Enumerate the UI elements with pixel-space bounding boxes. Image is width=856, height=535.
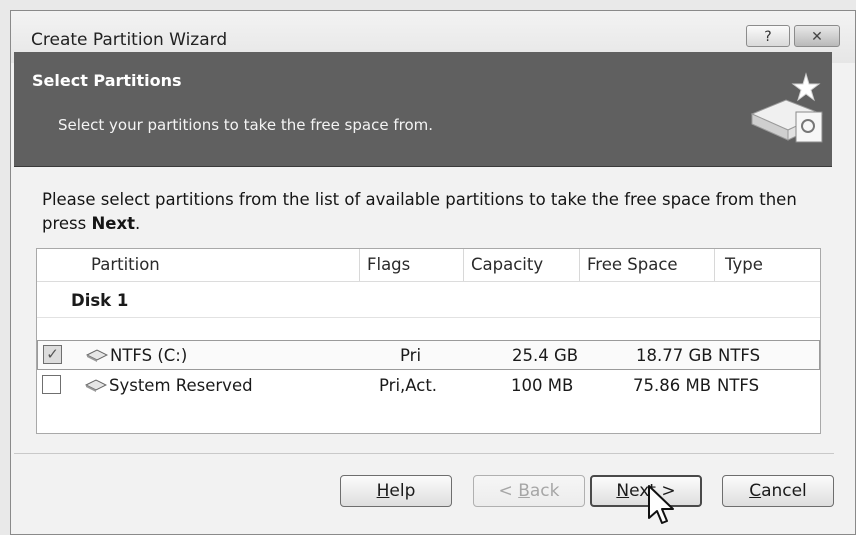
window-title: Create Partition Wizard	[31, 30, 228, 50]
step-title: Select Partitions	[32, 71, 182, 90]
back-prefix: <	[498, 481, 519, 501]
back-mnemonic: B	[518, 481, 530, 501]
instruction-next-emphasis: Next	[91, 214, 136, 233]
column-header-type[interactable]: Type	[725, 255, 763, 274]
wizard-header-banner: Select Partitions Select your partitions…	[14, 52, 832, 167]
partition-free-space: 75.86 MB	[633, 376, 712, 395]
column-header-free-space[interactable]: Free Space	[587, 255, 678, 274]
help-titlebar-button[interactable]: ?	[746, 25, 790, 47]
table-row[interactable]: System Reserved Pri,Act. 100 MB 75.86 MB…	[37, 371, 820, 401]
partition-flags: Pri,Act.	[379, 376, 438, 395]
help-label: elp	[389, 481, 416, 501]
help-mnemonic: H	[376, 481, 390, 501]
close-button[interactable]: ✕	[794, 25, 840, 47]
partition-type: NTFS	[718, 346, 761, 365]
cancel-label: ancel	[761, 481, 807, 501]
step-subtitle: Select your partitions to take the free …	[58, 116, 434, 134]
row-checkbox[interactable]: ✓	[43, 345, 62, 364]
column-header-partition[interactable]: Partition	[91, 255, 160, 274]
table-row[interactable]: ✓ NTFS (C:) Pri 25.4 GB 18.77 GB NTFS	[37, 340, 820, 370]
column-separator[interactable]	[714, 249, 715, 281]
partition-free-space: 18.77 GB	[636, 346, 713, 365]
instruction-text: Please select partitions from the list o…	[42, 188, 812, 236]
partition-name: System Reserved	[109, 376, 253, 395]
column-separator[interactable]	[463, 249, 464, 281]
help-button[interactable]: Help	[340, 475, 452, 507]
partition-capacity: 100 MB	[511, 376, 574, 395]
mouse-pointer-icon	[648, 485, 674, 524]
cancel-button[interactable]: Cancel	[722, 475, 834, 507]
row-checkbox[interactable]	[42, 375, 61, 394]
partition-type: NTFS	[717, 376, 760, 395]
next-mnemonic: N	[616, 481, 630, 501]
instruction-text-end: .	[135, 214, 141, 233]
partition-icon	[86, 349, 108, 362]
partition-list-header: Partition Flags Capacity Free Space Type	[37, 249, 820, 282]
partition-flags: Pri	[400, 346, 422, 365]
group-divider	[37, 317, 820, 318]
partition-capacity: 25.4 GB	[512, 346, 579, 365]
column-separator[interactable]	[579, 249, 580, 281]
partition-icon	[85, 379, 107, 392]
cancel-mnemonic: C	[749, 481, 762, 501]
column-separator[interactable]	[359, 249, 360, 281]
back-button[interactable]: < Back	[473, 475, 585, 507]
partition-drive-icon	[750, 72, 824, 143]
back-label: ack	[529, 481, 560, 501]
column-header-capacity[interactable]: Capacity	[471, 255, 543, 274]
partition-list[interactable]: Partition Flags Capacity Free Space Type…	[36, 248, 821, 434]
disk-group-label: Disk 1	[71, 291, 129, 310]
partition-name: NTFS (C:)	[110, 346, 188, 365]
column-header-flags[interactable]: Flags	[367, 255, 410, 274]
instruction-text-main: Please select partitions from the list o…	[42, 190, 797, 233]
next-button[interactable]: Next >	[590, 475, 702, 507]
button-area-divider	[14, 453, 834, 454]
